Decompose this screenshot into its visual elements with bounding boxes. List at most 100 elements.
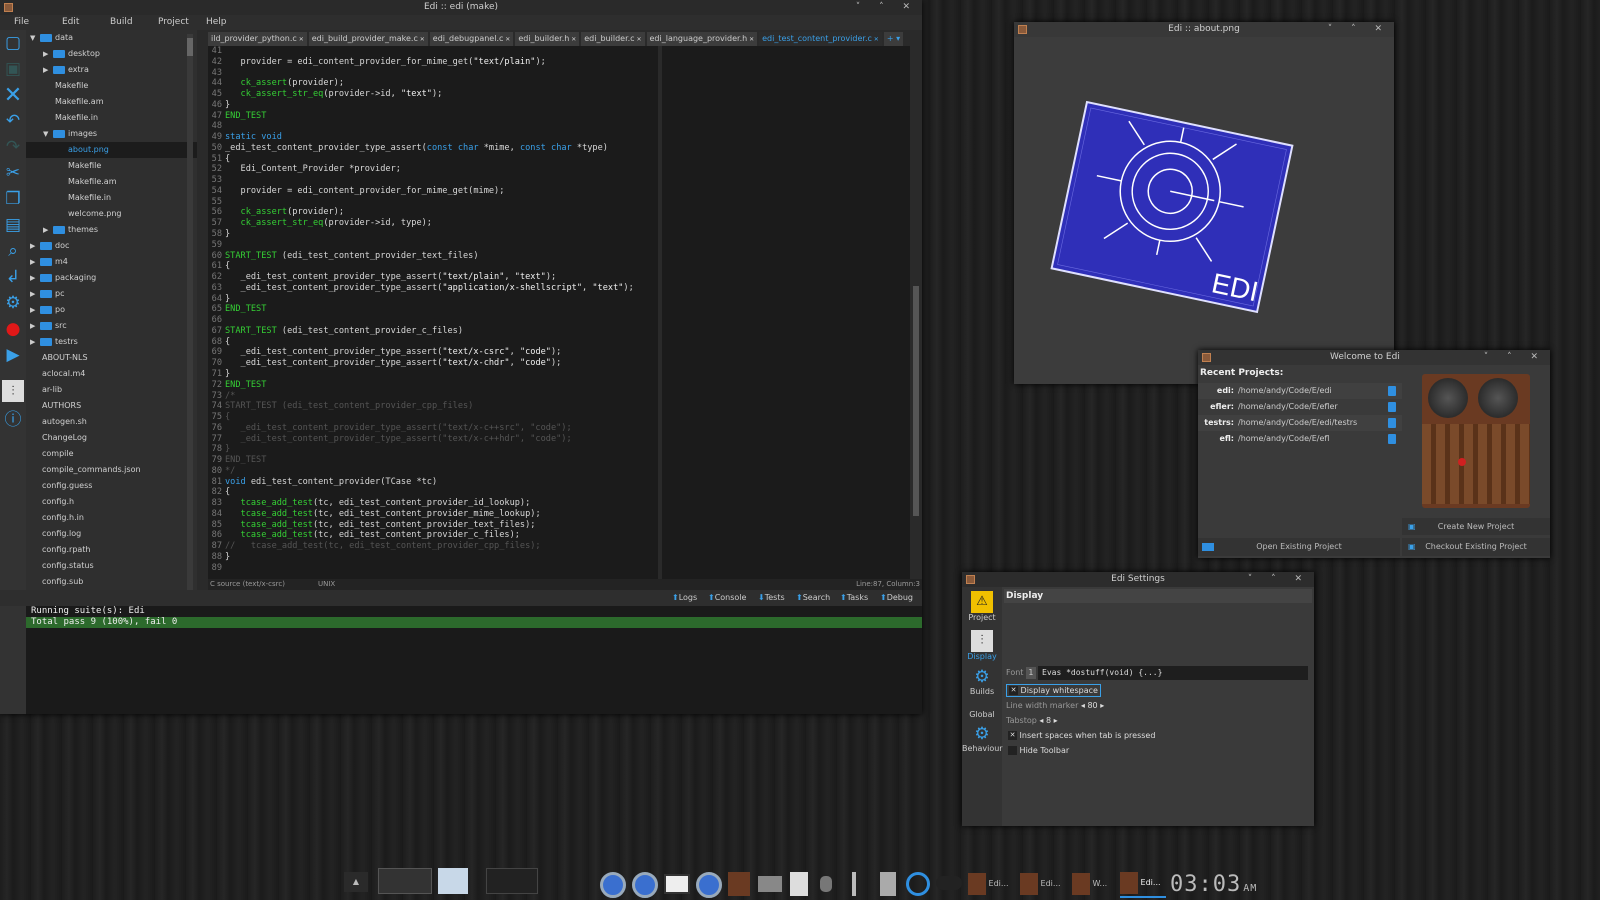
editor-tab[interactable]: edi_build_provider_make.c ✕ <box>308 32 428 46</box>
browser-icon[interactable] <box>600 872 626 898</box>
browser-icon[interactable] <box>632 872 658 898</box>
debug-panel-button[interactable]: ⬆Debug <box>880 590 913 606</box>
tree-folder[interactable]: ▶ po <box>26 302 197 318</box>
document-icon[interactable] <box>790 872 808 896</box>
close-icon[interactable]: ✕ <box>2 83 24 108</box>
tab-menu-icon[interactable]: + ▾ <box>883 32 904 46</box>
welcome-titlebar[interactable]: Welcome to Edi ˅ ˄ ✕ <box>1198 350 1550 365</box>
clock-ring-icon[interactable] <box>906 872 930 896</box>
cloud-icon[interactable] <box>936 876 962 890</box>
nav-builds[interactable]: ⚙ Builds <box>962 667 1002 701</box>
search-panel-button[interactable]: ⬆Search <box>796 590 830 606</box>
pager-desktop-1[interactable] <box>378 868 432 894</box>
window-controls[interactable]: ˅ ˄ ✕ <box>856 0 918 15</box>
tree-folder[interactable]: ▶ desktop <box>26 46 197 62</box>
goto-line-icon[interactable]: ↲ <box>2 266 24 288</box>
audio-icon[interactable] <box>820 876 832 892</box>
battery-icon[interactable] <box>880 872 896 896</box>
tree-file[interactable]: ChangeLog <box>26 430 197 446</box>
line-width-spinner[interactable]: ◂ 80 ▸ <box>1081 701 1104 710</box>
tree-file[interactable]: config.status <box>26 558 197 574</box>
chevron-right-icon[interactable]: ▶ <box>30 254 40 270</box>
chevron-down-icon[interactable]: ▼ <box>30 30 40 46</box>
nav-display[interactable]: ⫶ Display <box>962 628 1002 666</box>
trash-icon[interactable] <box>1388 386 1396 396</box>
tree-file[interactable]: Makefile <box>26 78 197 94</box>
recent-project-row[interactable]: edi: /home/andy/Code/E/edi <box>1198 383 1402 399</box>
menu-edit[interactable]: Edit <box>48 15 96 30</box>
editor-tab[interactable]: edi_debugpanel.c ✕ <box>429 32 514 46</box>
settings-titlebar[interactable]: Edi Settings ˅ ˄ ✕ <box>962 572 1314 587</box>
open-project-button[interactable]: Open Existing Project <box>1198 538 1400 556</box>
hide-toolbar-checkbox[interactable]: Hide Toolbar <box>1008 746 1069 755</box>
tree-folder[interactable]: ▶ pc <box>26 286 197 302</box>
create-project-button[interactable]: ▣ Create New Project <box>1402 518 1550 535</box>
browser-icon[interactable] <box>696 872 722 898</box>
search-icon[interactable]: ⌕ <box>2 240 24 262</box>
taskbar-item[interactable]: Edi... <box>968 872 1014 896</box>
editor-tab[interactable]: edi_builder.c ✕ <box>581 32 645 46</box>
close-tab-icon[interactable]: ✕ <box>418 36 425 43</box>
tests-panel-button[interactable]: ⬇Tests <box>758 590 785 606</box>
console-panel-button[interactable]: ⬆Console <box>708 590 746 606</box>
tree-folder[interactable]: ▶ testrs <box>26 334 197 350</box>
font-size-field[interactable]: 1 <box>1025 667 1036 679</box>
chevron-right-icon[interactable]: ▶ <box>43 222 53 238</box>
window-controls[interactable]: ˅ ˄ ✕ <box>1328 22 1390 37</box>
tree-file[interactable]: Makefile.in <box>26 110 197 126</box>
chevron-right-icon[interactable]: ▶ <box>30 302 40 318</box>
editor-tab[interactable]: ild_provider_python.c ✕ <box>208 32 307 46</box>
tree-file[interactable]: about.png <box>26 142 197 158</box>
insert-spaces-checkbox[interactable]: ✕ Insert spaces when tab is pressed <box>1008 731 1155 740</box>
save-icon[interactable]: ▣ <box>2 58 24 80</box>
chevron-right-icon[interactable]: ▶ <box>30 238 40 254</box>
tree-file[interactable]: config.h.in <box>26 510 197 526</box>
display-whitespace-checkbox[interactable]: ✕ Display whitespace <box>1006 684 1101 697</box>
taskbar-item[interactable]: Edi... <box>1020 872 1066 896</box>
tree-file[interactable]: config.guess <box>26 478 197 494</box>
tree-folder[interactable]: ▶ extra <box>26 62 197 78</box>
tree-file[interactable]: ar-lib <box>26 382 197 398</box>
tree-file[interactable]: compile <box>26 446 197 462</box>
recent-project-row[interactable]: efl: /home/andy/Code/E/efl <box>1198 431 1402 447</box>
close-tab-icon[interactable]: ✕ <box>747 36 754 43</box>
tree-folder[interactable]: ▶ m4 <box>26 254 197 270</box>
about-titlebar[interactable]: Edi :: about.png ˅ ˄ ✕ <box>1014 22 1394 37</box>
tree-folder[interactable]: ▶ themes <box>26 222 197 238</box>
chevron-right-icon[interactable]: ▶ <box>30 286 40 302</box>
menu-project[interactable]: Project <box>144 15 192 30</box>
chevron-right-icon[interactable]: ▶ <box>43 46 53 62</box>
copy-icon[interactable]: ❐ <box>2 188 24 210</box>
close-tab-icon[interactable]: ✕ <box>569 36 576 43</box>
trash-icon[interactable] <box>1388 434 1396 444</box>
tree-file[interactable]: compile_commands.json <box>26 462 197 478</box>
paste-icon[interactable]: ▤ <box>2 214 24 236</box>
font-preview-field[interactable]: Evas *dostuff(void) {...} <box>1038 666 1308 680</box>
nav-project[interactable]: ⚠ Project <box>962 589 1002 627</box>
laptop-icon[interactable] <box>664 874 690 894</box>
menu-file[interactable]: File <box>0 15 48 30</box>
recent-project-row[interactable]: testrs: /home/andy/Code/E/edi/testrs <box>1198 415 1402 431</box>
tree-file[interactable]: Makefile.am <box>26 174 197 190</box>
tasks-panel-button[interactable]: ⬆Tasks <box>840 590 868 606</box>
chevron-right-icon[interactable]: ▶ <box>30 318 40 334</box>
tree-file[interactable]: config.h <box>26 494 197 510</box>
cut-icon[interactable]: ✂ <box>2 162 24 184</box>
tree-file[interactable]: config.rpath <box>26 542 197 558</box>
chevron-right-icon[interactable]: ▶ <box>30 270 40 286</box>
main-titlebar[interactable]: Edi :: edi (make) ˅ ˄ ✕ <box>0 0 922 15</box>
menu-help[interactable]: Help <box>192 15 240 30</box>
code-editor[interactable]: 41 42 43 44 45 46 47 48 49 50 51 52 53 54 55 56 57 58 59 60… <box>208 46 658 579</box>
taskbar-up-arrow-icon[interactable]: ▲ <box>344 872 368 892</box>
chevron-right-icon[interactable]: ▶ <box>43 62 53 78</box>
taskbar-item[interactable]: W... <box>1072 872 1116 896</box>
pager-desktop-3[interactable] <box>486 868 538 894</box>
editor-scrollbar[interactable] <box>912 46 920 579</box>
taskbar-item-active[interactable]: Edi... <box>1120 870 1166 898</box>
editor-tab[interactable]: edi_builder.h ✕ <box>515 32 580 46</box>
trash-icon[interactable] <box>1388 402 1396 412</box>
close-tab-icon[interactable]: ✕ <box>503 36 510 43</box>
close-tab-icon[interactable]: ✕ <box>872 36 879 43</box>
tree-file[interactable]: config.log <box>26 526 197 542</box>
info-icon[interactable]: ⓘ <box>2 406 24 430</box>
